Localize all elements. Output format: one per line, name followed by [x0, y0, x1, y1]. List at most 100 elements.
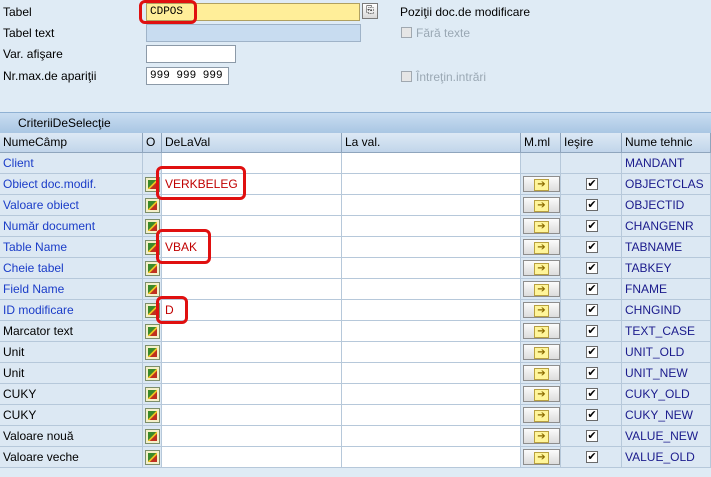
selection-option-icon[interactable]	[145, 429, 160, 444]
col-header-delaval[interactable]: DeLaVal	[162, 133, 342, 153]
output-checkbox[interactable]: ✔	[586, 367, 598, 379]
output-checkbox[interactable]: ✔	[586, 409, 598, 421]
to-value-input[interactable]	[342, 426, 521, 447]
multiple-selection-button[interactable]: ➔	[523, 365, 560, 381]
selection-option-icon[interactable]	[145, 219, 160, 234]
to-value-input[interactable]	[342, 216, 521, 237]
checkmark-icon: ✔	[587, 199, 597, 211]
from-value-input[interactable]	[162, 447, 342, 468]
from-value-input[interactable]	[162, 195, 342, 216]
to-value-input[interactable]	[342, 342, 521, 363]
multiple-selection-button[interactable]: ➔	[523, 176, 560, 192]
to-value-input[interactable]	[342, 195, 521, 216]
multiple-selection-button[interactable]: ➔	[523, 218, 560, 234]
field-name-cell[interactable]: Table Name	[0, 237, 143, 258]
from-value-input[interactable]	[162, 153, 342, 174]
from-value-input[interactable]	[162, 342, 342, 363]
multiple-selection-button[interactable]: ➔	[523, 302, 560, 318]
output-checkbox[interactable]: ✔	[586, 451, 598, 463]
multiple-selection-button[interactable]: ➔	[523, 344, 560, 360]
selection-option-icon[interactable]	[145, 303, 160, 318]
value-help-icon[interactable]: ⎘	[362, 3, 378, 19]
selection-option-icon[interactable]	[145, 177, 160, 192]
intretin-checkbox[interactable]	[401, 71, 412, 82]
field-name-cell[interactable]: Număr document	[0, 216, 143, 237]
col-header-iesire[interactable]: Ieşire	[561, 133, 622, 153]
selection-option-icon[interactable]	[145, 198, 160, 213]
to-value-input[interactable]	[342, 363, 521, 384]
selection-option-icon[interactable]	[145, 450, 160, 465]
selection-option-icon[interactable]	[145, 345, 160, 360]
multiple-selection-button[interactable]: ➔	[523, 428, 560, 444]
output-checkbox[interactable]: ✔	[586, 346, 598, 358]
from-value-input[interactable]	[162, 405, 342, 426]
from-value-input[interactable]	[162, 216, 342, 237]
selection-option-icon[interactable]	[145, 240, 160, 255]
to-value-input[interactable]	[342, 384, 521, 405]
field-name-cell[interactable]: Client	[0, 153, 143, 174]
output-cell: ✔	[561, 447, 622, 468]
field-name-cell[interactable]: Valoare obiect	[0, 195, 143, 216]
from-value-input[interactable]	[162, 384, 342, 405]
output-checkbox[interactable]: ✔	[586, 283, 598, 295]
to-value-input[interactable]	[342, 174, 521, 195]
field-name-cell[interactable]: Field Name	[0, 279, 143, 300]
selection-option-icon[interactable]	[145, 261, 160, 276]
to-value-input[interactable]	[342, 300, 521, 321]
output-cell: ✔	[561, 321, 622, 342]
selection-option-icon[interactable]	[145, 324, 160, 339]
output-checkbox[interactable]: ✔	[586, 241, 598, 253]
multiple-selection-button[interactable]: ➔	[523, 281, 560, 297]
col-header-o[interactable]: O	[143, 133, 162, 153]
field-name-cell: Valoare veche	[0, 447, 143, 468]
field-name-cell[interactable]: ID modificare	[0, 300, 143, 321]
multiple-selection-button[interactable]: ➔	[523, 407, 560, 423]
output-checkbox[interactable]: ✔	[586, 388, 598, 400]
to-value-input[interactable]	[342, 237, 521, 258]
nrmax-input[interactable]: 999 999 999	[146, 67, 229, 85]
multiple-selection-button[interactable]: ➔	[523, 260, 560, 276]
output-checkbox[interactable]: ✔	[586, 199, 598, 211]
multiple-selection-button[interactable]: ➔	[523, 323, 560, 339]
to-value-input[interactable]	[342, 153, 521, 174]
col-header-nume-tehnic[interactable]: Nume tehnic	[622, 133, 711, 153]
output-checkbox[interactable]: ✔	[586, 304, 598, 316]
to-value-input[interactable]	[342, 405, 521, 426]
from-value-input[interactable]	[162, 426, 342, 447]
to-value-input[interactable]	[342, 447, 521, 468]
multiple-selection-button[interactable]: ➔	[523, 386, 560, 402]
output-checkbox[interactable]: ✔	[586, 262, 598, 274]
checkmark-icon: ✔	[587, 388, 597, 400]
to-value-input[interactable]	[342, 279, 521, 300]
selection-option-icon[interactable]	[145, 282, 160, 297]
selection-option-icon[interactable]	[145, 366, 160, 381]
output-checkbox[interactable]: ✔	[586, 178, 598, 190]
tabel-input[interactable]: CDPOS	[146, 3, 360, 21]
col-header-mml[interactable]: M.ml	[521, 133, 561, 153]
multiple-selection-button[interactable]: ➔	[523, 239, 560, 255]
arrow-right-icon: ➔	[534, 389, 549, 401]
from-value-input[interactable]	[162, 279, 342, 300]
output-checkbox[interactable]: ✔	[586, 325, 598, 337]
from-value-input[interactable]	[162, 321, 342, 342]
col-header-numecamp[interactable]: NumeCâmp	[0, 133, 143, 153]
field-name-cell: CUKY	[0, 405, 143, 426]
selection-option-icon[interactable]	[145, 408, 160, 423]
col-header-laval[interactable]: La val.	[342, 133, 521, 153]
from-value-input[interactable]	[162, 363, 342, 384]
output-checkbox[interactable]: ✔	[586, 430, 598, 442]
fara-texte-checkbox[interactable]	[401, 27, 412, 38]
multiple-selection-button[interactable]: ➔	[523, 197, 560, 213]
output-checkbox[interactable]: ✔	[586, 220, 598, 232]
var-afisare-input[interactable]	[146, 45, 236, 63]
to-value-input[interactable]	[342, 258, 521, 279]
from-value-input[interactable]	[162, 258, 342, 279]
field-name-cell[interactable]: Obiect doc.modif.	[0, 174, 143, 195]
from-value-input[interactable]: VBAK	[162, 237, 342, 258]
from-value-input[interactable]: D	[162, 300, 342, 321]
multiple-selection-button[interactable]: ➔	[523, 449, 560, 465]
to-value-input[interactable]	[342, 321, 521, 342]
field-name-cell[interactable]: Cheie tabel	[0, 258, 143, 279]
from-value-input[interactable]: VERKBELEG	[162, 174, 342, 195]
selection-option-icon[interactable]	[145, 387, 160, 402]
